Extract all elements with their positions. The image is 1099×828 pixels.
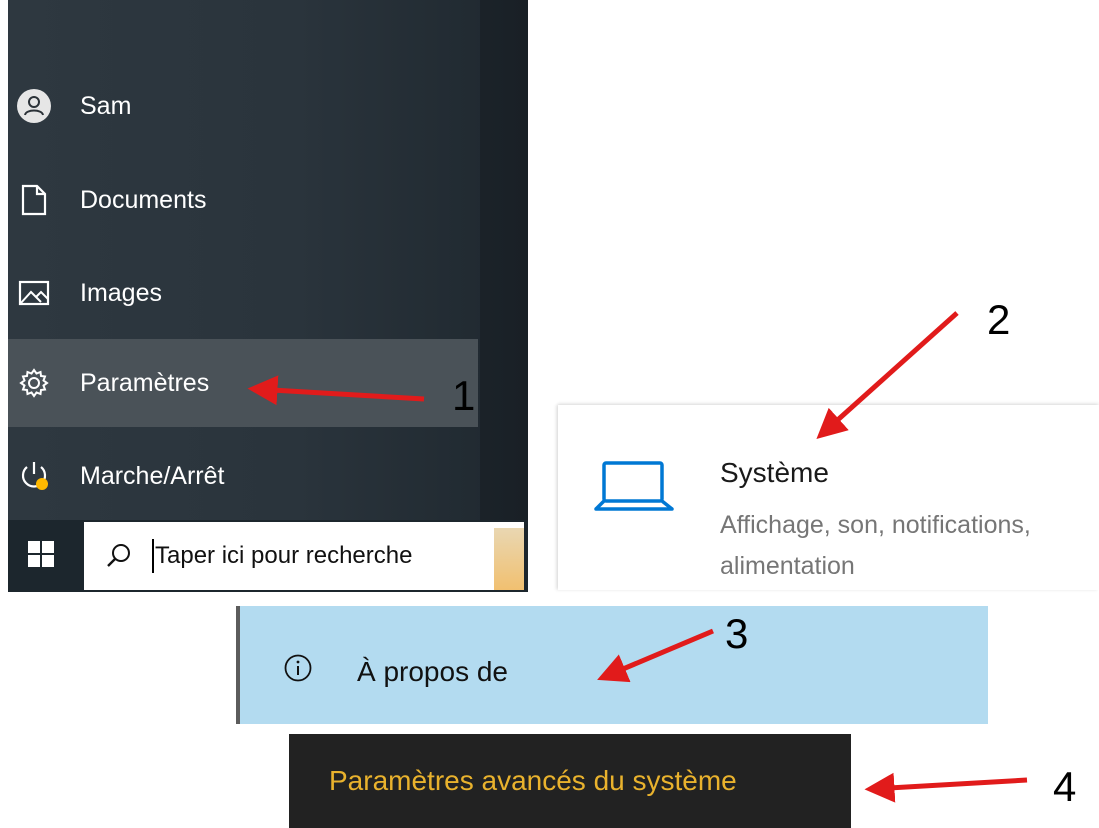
annotation-step-3: 3 bbox=[725, 610, 749, 657]
annotation-arrow-4 bbox=[864, 772, 1028, 803]
annotation-arrow-2 bbox=[816, 311, 959, 440]
annotation-arrow-3 bbox=[597, 628, 714, 683]
annotation-arrow-1 bbox=[247, 375, 425, 406]
annotation-step-1: 1 bbox=[452, 372, 476, 419]
annotation-arrows bbox=[247, 311, 1028, 803]
annotation-step-4: 4 bbox=[1053, 763, 1077, 810]
annotation-step-2: 2 bbox=[987, 296, 1011, 343]
